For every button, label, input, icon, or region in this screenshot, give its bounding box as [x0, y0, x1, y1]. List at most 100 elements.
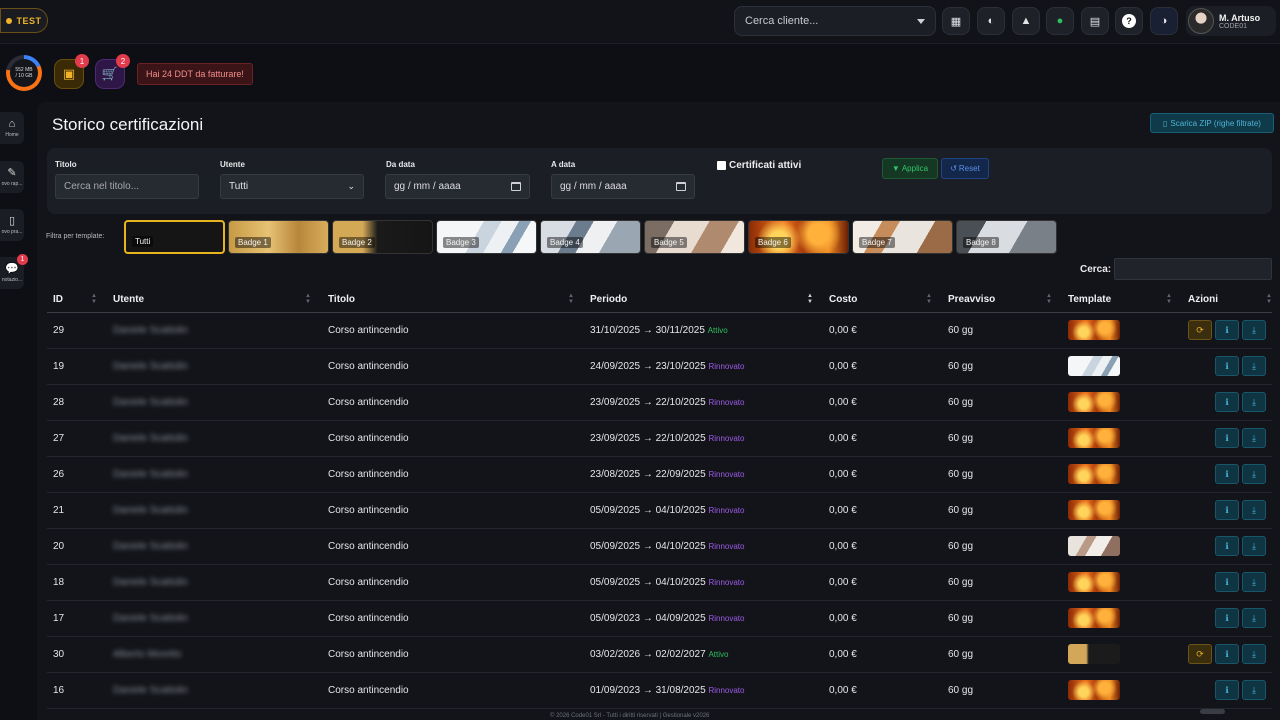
template-chip-all[interactable]: Tutti — [124, 220, 225, 254]
info-button[interactable]: ℹ — [1215, 320, 1239, 340]
template-thumbnail[interactable] — [1068, 464, 1120, 484]
template-thumbnail[interactable] — [1068, 608, 1120, 628]
renew-button[interactable]: ⟳ — [1188, 320, 1212, 340]
from-date-input[interactable]: gg / mm / aaaa — [385, 174, 530, 199]
to-date-input[interactable]: gg / mm / aaaa — [551, 174, 695, 199]
template-chip-badge-1[interactable]: Badge 1 — [228, 220, 329, 254]
sort-arrows-icon[interactable]: ▲ ▼ — [91, 293, 97, 305]
storage-gauge[interactable]: 552 MB / 10 GB — [6, 55, 42, 91]
info-button[interactable]: ℹ — [1215, 536, 1239, 556]
environment-badge[interactable]: TEST — [0, 8, 48, 33]
calculator-button[interactable]: ▦ — [942, 7, 970, 35]
academy-button[interactable]: ▲ — [1012, 7, 1040, 35]
template-thumbnail[interactable] — [1068, 680, 1120, 700]
template-thumbnail[interactable] — [1068, 536, 1120, 556]
sidebar-item-notes[interactable]: 💬 notazio... 1 — [0, 254, 28, 289]
client-search-select[interactable]: Cerca cliente... — [734, 6, 936, 36]
sidebar-item-new-report[interactable]: ✎ ovo rap... — [0, 161, 24, 193]
column-header-period[interactable]: Periodo — [590, 294, 627, 305]
table-row[interactable]: 30 Alberto Moretto Corso antincendio 03/02/… — [47, 637, 1272, 673]
table-row[interactable]: 29 Daniele Scattolin Corso antincendio 31/1… — [47, 313, 1272, 349]
template-thumbnail[interactable] — [1068, 320, 1120, 340]
download-button[interactable]: ⤓ — [1242, 680, 1266, 700]
download-button[interactable]: ⤓ — [1242, 500, 1266, 520]
sidebar-item-new-practice[interactable]: ▯ ovo pra... — [0, 209, 24, 241]
table-row[interactable]: 27 Daniele Scattolin Corso antincendio 23/0… — [47, 421, 1272, 457]
table-row[interactable]: 28 Daniele Scattolin Corso antincendio 23/0… — [47, 385, 1272, 421]
template-thumbnail[interactable] — [1068, 356, 1120, 376]
sidebar-item-home[interactable]: ⌂ Home — [0, 112, 24, 144]
status-button[interactable]: ● — [1046, 7, 1074, 35]
column-header-title[interactable]: Titolo — [328, 294, 355, 305]
info-button[interactable]: ℹ — [1215, 572, 1239, 592]
sort-arrows-icon[interactable]: ▲ ▼ — [926, 293, 932, 305]
download-button[interactable]: ⤓ — [1242, 572, 1266, 592]
template-thumbnail[interactable] — [1068, 392, 1120, 412]
user-filter-select[interactable]: Tutti ⌄ — [220, 174, 364, 199]
column-header-notice[interactable]: Preavviso — [948, 294, 995, 305]
template-thumbnail[interactable] — [1068, 428, 1120, 448]
column-header-cost[interactable]: Costo — [829, 294, 857, 305]
info-button[interactable]: ℹ — [1215, 428, 1239, 448]
template-chip-badge-2[interactable]: Badge 2 — [332, 220, 433, 254]
horizontal-scrollbar[interactable] — [1200, 709, 1225, 714]
download-button[interactable]: ⤓ — [1242, 464, 1266, 484]
template-chip-badge-4[interactable]: Badge 4 — [540, 220, 641, 254]
sort-arrows-icon[interactable]: ▲ ▼ — [305, 293, 311, 305]
contrast-button[interactable]: ◑ — [1150, 7, 1178, 35]
download-button[interactable]: ⤓ — [1242, 536, 1266, 556]
download-button[interactable]: ⤓ — [1242, 392, 1266, 412]
template-chip-badge-5[interactable]: Badge 5 — [644, 220, 745, 254]
theme-button[interactable]: ◐ — [977, 7, 1005, 35]
table-row[interactable]: 20 Daniele Scattolin Corso antincendio 05/0… — [47, 529, 1272, 565]
active-certificates-toggle[interactable]: Certificati attivi — [717, 160, 801, 171]
table-row[interactable]: 26 Daniele Scattolin Corso antincendio 23/0… — [47, 457, 1272, 493]
info-button[interactable]: ℹ — [1215, 644, 1239, 664]
info-button[interactable]: ℹ — [1215, 500, 1239, 520]
info-button[interactable]: ℹ — [1215, 464, 1239, 484]
download-button[interactable]: ⤓ — [1242, 644, 1266, 664]
reset-filters-button[interactable]: ↺ Reset — [941, 158, 989, 179]
calendar-icon[interactable] — [511, 182, 521, 191]
template-chip-badge-7[interactable]: Badge 7 — [852, 220, 953, 254]
calendar-icon[interactable] — [676, 182, 686, 191]
template-chip-badge-3[interactable]: Badge 3 — [436, 220, 537, 254]
table-row[interactable]: 16 Daniele Scattolin Corso antincendio 01/0… — [47, 673, 1272, 709]
sort-arrows-icon[interactable]: ▲ ▼ — [1166, 293, 1172, 305]
title-filter-input[interactable]: Cerca nel titolo... — [55, 174, 199, 199]
column-header-template[interactable]: Template — [1068, 294, 1111, 305]
column-header-id[interactable]: ID — [53, 294, 63, 305]
template-thumbnail[interactable] — [1068, 572, 1120, 592]
info-button[interactable]: ℹ — [1215, 392, 1239, 412]
sort-desc-icon[interactable]: ▲ ▼ — [807, 293, 813, 305]
renew-button[interactable]: ⟳ — [1188, 644, 1212, 664]
table-search-input[interactable] — [1114, 258, 1272, 280]
download-button[interactable]: ⤓ — [1242, 320, 1266, 340]
sort-arrows-icon[interactable]: ▲ ▼ — [1266, 293, 1272, 305]
download-button[interactable]: ⤓ — [1242, 356, 1266, 376]
info-button[interactable]: ℹ — [1215, 356, 1239, 376]
documents-button[interactable]: ▤ — [1081, 7, 1109, 35]
download-button[interactable]: ⤓ — [1242, 428, 1266, 448]
download-zip-button[interactable]: ▯ Scarica ZIP (righe filtrate) — [1150, 113, 1274, 133]
template-thumbnail[interactable] — [1068, 644, 1120, 664]
template-chip-badge-8[interactable]: Badge 8 — [956, 220, 1057, 254]
cart-button[interactable]: 🛒 2 — [95, 54, 130, 89]
user-menu[interactable]: M. Artuso CODE01 — [1186, 6, 1276, 36]
table-row[interactable]: 21 Daniele Scattolin Corso antincendio 05/0… — [47, 493, 1272, 529]
table-row[interactable]: 18 Daniele Scattolin Corso antincendio 05/0… — [47, 565, 1272, 601]
tasks-button[interactable]: ▣ 1 — [54, 54, 89, 89]
ddt-alert[interactable]: Hai 24 DDT da fatturare! — [137, 63, 253, 85]
table-row[interactable]: 19 Daniele Scattolin Corso antincendio 24/0… — [47, 349, 1272, 385]
template-chip-badge-6[interactable]: Badge 6 — [748, 220, 849, 254]
download-button[interactable]: ⤓ — [1242, 608, 1266, 628]
help-button[interactable]: ? — [1115, 7, 1143, 35]
info-button[interactable]: ℹ — [1215, 608, 1239, 628]
apply-filters-button[interactable]: ▼ Applica — [882, 158, 938, 179]
table-row[interactable]: 17 Daniele Scattolin Corso antincendio 05/0… — [47, 601, 1272, 637]
info-button[interactable]: ℹ — [1215, 680, 1239, 700]
active-certificates-checkbox[interactable] — [717, 161, 726, 170]
template-thumbnail[interactable] — [1068, 500, 1120, 520]
sort-arrows-icon[interactable]: ▲ ▼ — [1046, 293, 1052, 305]
sort-arrows-icon[interactable]: ▲ ▼ — [568, 293, 574, 305]
